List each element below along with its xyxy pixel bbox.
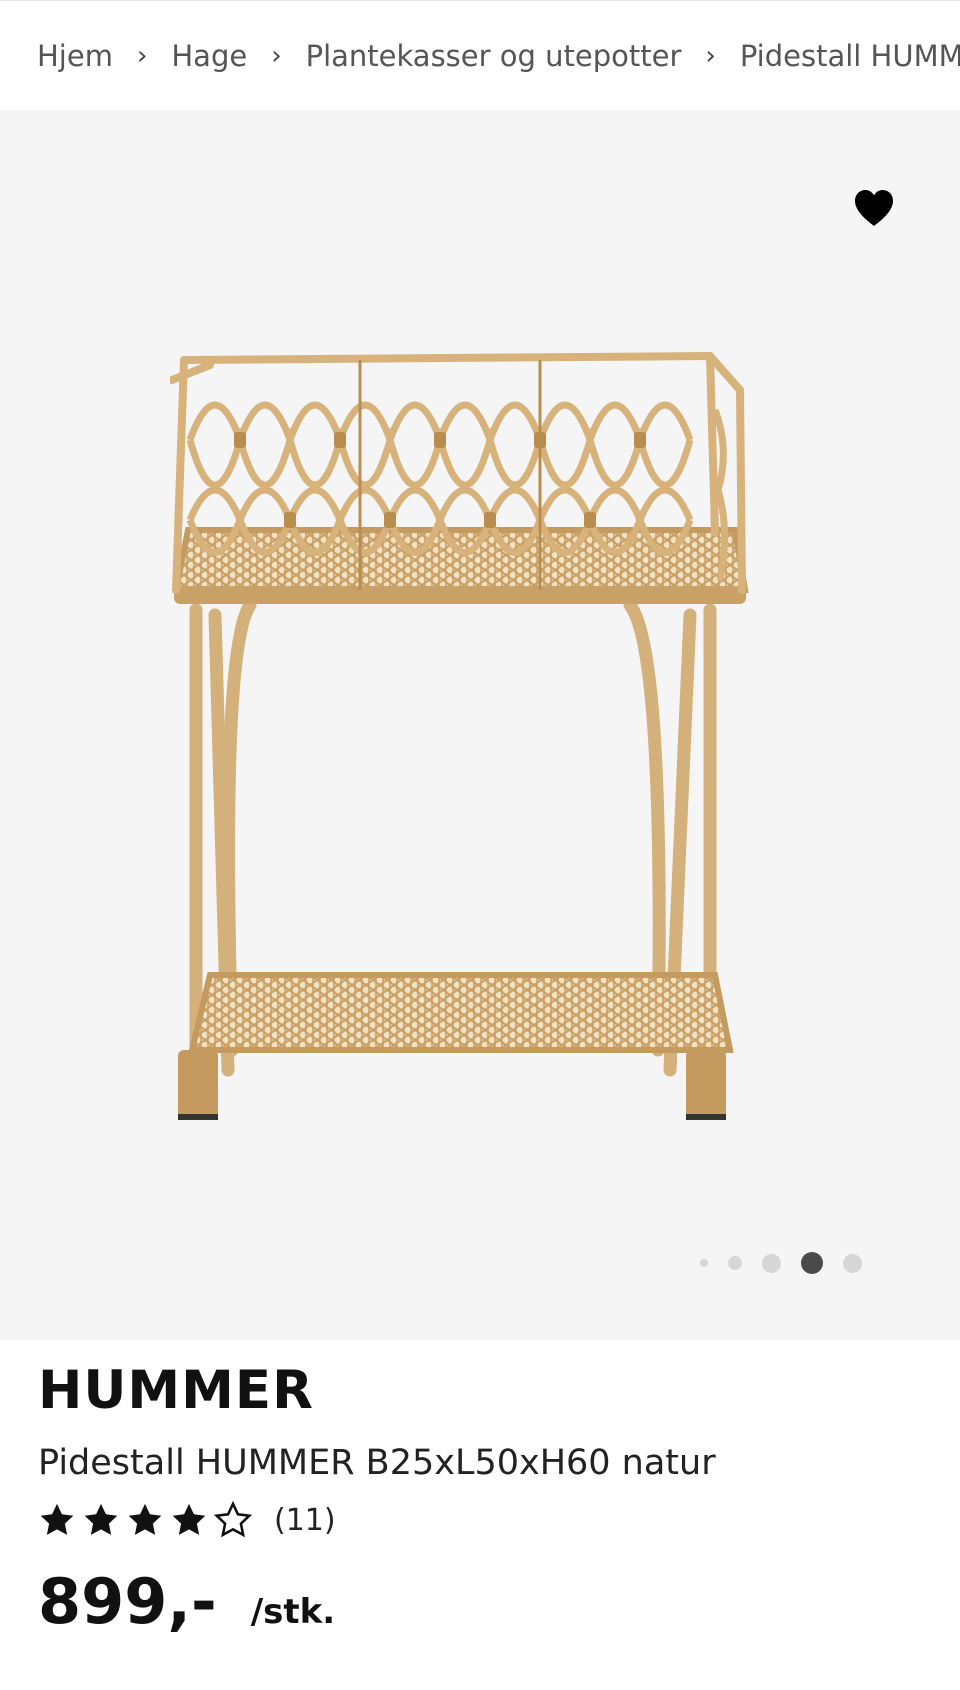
product-name: Pidestall HUMMER B25xL50xH60 natur [38,1443,716,1483]
price-unit: /stk. [250,1592,336,1632]
product-gallery[interactable] [0,110,960,1340]
product-page: Hjem › Hage › Plantekasser og utepotter … [0,0,960,1690]
carousel-dot[interactable] [843,1253,862,1273]
price-row: 899,- /stk. [38,1565,938,1638]
review-count[interactable]: (11) [274,1503,336,1538]
breadcrumb-current[interactable]: Pidestall HUMMI [740,39,960,73]
breadcrumb: Hjem › Hage › Plantekasser og utepotter … [0,0,960,110]
carousel-dot[interactable] [700,1259,708,1267]
chevron-right-icon: › [271,40,282,71]
product-brand: HUMMER [38,1360,314,1421]
chevron-right-icon: › [136,40,148,71]
breadcrumb-home[interactable]: Hjem [37,39,113,73]
rating-stars [38,1501,258,1539]
star-filled-icon [128,1503,162,1535]
product-info: HUMMER Pidestall HUMMER B25xL50xH60 natu… [38,1360,938,1638]
price: 899,- [38,1565,217,1638]
product-image [170,352,749,1120]
star-filled-icon [40,1503,74,1535]
breadcrumb-planters[interactable]: Plantekasser og utepotter [306,39,682,73]
carousel-dots [700,1248,882,1278]
carousel-dot-active[interactable] [801,1252,823,1274]
carousel-dot[interactable] [728,1256,742,1270]
rating[interactable]: (11) [38,1501,938,1539]
breadcrumb-garden[interactable]: Hage [171,39,247,73]
star-filled-icon [84,1503,118,1535]
heart-icon [855,190,893,226]
star-filled-icon [172,1503,206,1535]
favorite-button[interactable] [848,182,900,234]
carousel-dot[interactable] [762,1253,781,1273]
star-empty-icon [214,1501,252,1538]
chevron-right-icon: › [705,40,716,71]
